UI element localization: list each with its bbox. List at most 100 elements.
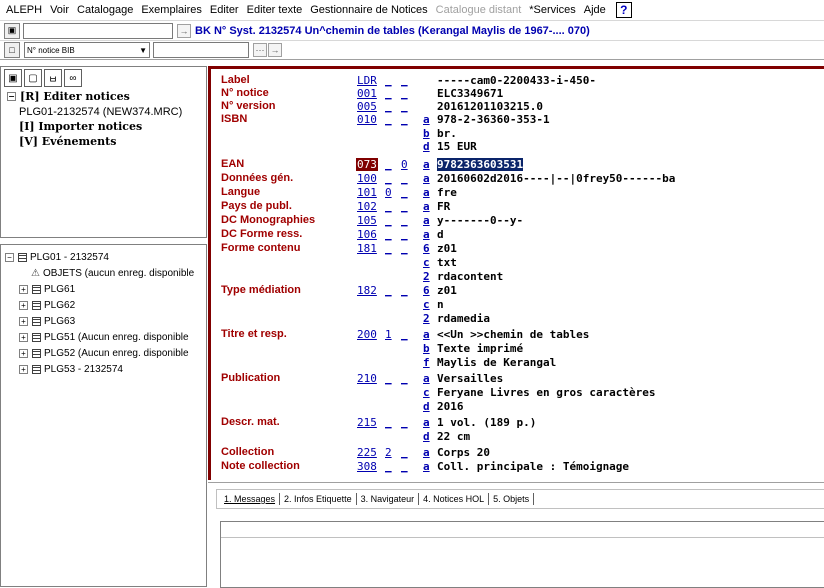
record-row[interactable]: EAN 073 _ 0 a 9782363603531 <box>211 157 824 171</box>
field-tag[interactable]: 181 <box>357 242 377 255</box>
menu-item[interactable]: Catalogage <box>77 4 133 16</box>
record-row[interactable]: b br. <box>211 126 824 140</box>
tree-item[interactable]: [I] Importer notices <box>1 119 206 134</box>
field-tag[interactable]: 073 <box>356 157 378 171</box>
menu-item[interactable]: Catalogue distant <box>436 4 522 16</box>
indicator-2[interactable]: _ <box>401 186 413 199</box>
library-tree-item[interactable]: + PLG52 (Aucun enreg. disponible <box>1 345 206 361</box>
subfield-code[interactable]: 6 <box>423 284 430 297</box>
tab[interactable]: 4. Notices HOL <box>419 494 488 504</box>
menu-item[interactable]: Voir <box>50 4 69 16</box>
subfield-code[interactable]: a <box>423 446 430 459</box>
record-row[interactable]: cn <box>211 297 824 311</box>
record-row[interactable]: Label LDR _ _ -----cam0-2200433-i-450- <box>211 73 824 87</box>
library-tree-item[interactable]: + PLG61 <box>1 281 206 297</box>
indicator-1[interactable]: _ <box>385 113 397 126</box>
indicator-1[interactable]: _ <box>385 284 397 297</box>
link-icon[interactable]: ㅂ <box>44 69 62 87</box>
field-value[interactable]: txt <box>437 256 457 269</box>
field-value[interactable]: ELC3349671 <box>437 87 503 100</box>
record-row[interactable]: 2 rdamedia <box>211 311 824 325</box>
library-tree-item[interactable]: + PLG51 (Aucun enreg. disponible <box>1 329 206 345</box>
field-value[interactable]: 20161201103215.0 <box>437 100 543 113</box>
subfield-code[interactable]: c <box>423 256 430 269</box>
menu-item[interactable]: Exemplaires <box>141 4 202 16</box>
field-value[interactable]: FR <box>437 200 450 213</box>
record-row[interactable]: Descr. mat. 215 _ _ a 1 vol. (189 p.) <box>211 415 824 429</box>
indicator-2[interactable]: _ <box>401 328 413 341</box>
field-value[interactable]: Texte imprimé <box>437 342 523 355</box>
subfield-code[interactable]: a <box>423 372 430 385</box>
menu-item[interactable]: Editer <box>210 4 239 16</box>
indicator-1[interactable]: _ <box>385 87 397 100</box>
field-tag[interactable]: 106 <box>357 228 377 241</box>
field-tag[interactable]: 182 <box>357 284 377 297</box>
record-row[interactable]: c Feryane Livres en gros caractères <box>211 385 824 399</box>
indicator-2[interactable]: _ <box>401 113 413 126</box>
tree-item[interactable]: [V] Evénements <box>1 134 206 149</box>
subfield-code[interactable]: b <box>423 127 430 140</box>
field-value[interactable]: br. <box>437 127 457 140</box>
subfield-code[interactable]: a <box>423 328 430 341</box>
field-value[interactable]: d <box>437 228 444 241</box>
indicator-2[interactable]: _ <box>401 87 413 100</box>
record-row[interactable]: DC Monographies 105 _ _ a y-------0--y- <box>211 213 824 227</box>
search-go-arrow-icon[interactable]: → <box>268 43 282 57</box>
go-arrow-icon[interactable]: → <box>177 23 191 38</box>
search-type-select[interactable]: N° notice BIB ▼ <box>24 42 150 58</box>
indicator-2[interactable]: _ <box>401 416 413 429</box>
binoculars-icon[interactable]: ∞ <box>64 69 82 87</box>
indicator-2[interactable]: _ <box>401 228 413 241</box>
menu-item[interactable]: ALEPH <box>6 4 42 16</box>
record-row[interactable]: Note collection 308 _ _ a Coll. principale : … <box>211 459 824 473</box>
collapse-icon[interactable]: − <box>5 252 14 262</box>
tab[interactable]: 1. Messages <box>220 494 279 504</box>
subfield-code[interactable]: a <box>423 214 430 227</box>
field-value[interactable]: 2016 <box>437 400 464 413</box>
field-value[interactable]: n <box>437 298 444 311</box>
field-value[interactable]: Coll. principale : Témoignage <box>437 460 629 473</box>
field-tag[interactable]: 105 <box>357 214 377 227</box>
window-icon[interactable]: □ <box>4 42 20 58</box>
expand-icon[interactable]: + <box>19 284 28 294</box>
indicator-1[interactable]: _ <box>385 228 397 241</box>
record-row[interactable]: Données gén. 100 _ _ a 20160602d2016----|--|0… <box>211 171 824 185</box>
field-value[interactable]: fre <box>437 186 457 199</box>
field-value[interactable]: Versailles <box>437 372 503 385</box>
menu-item[interactable]: Gestionnaire de Notices <box>310 4 427 16</box>
record-row[interactable]: Publication 210 _ _ a Versailles <box>211 371 824 385</box>
indicator-1[interactable]: _ <box>385 158 397 171</box>
field-value[interactable]: 1 vol. (189 p.) <box>437 416 536 429</box>
help-icon[interactable]: ? <box>615 2 632 18</box>
subfield-code[interactable]: a <box>423 460 430 473</box>
field-value[interactable]: y-------0--y- <box>437 214 523 227</box>
subfield-code[interactable]: d <box>423 140 430 153</box>
subfield-code[interactable]: d <box>423 430 430 443</box>
expand-icon[interactable]: + <box>19 300 28 310</box>
indicator-1[interactable]: _ <box>385 100 397 113</box>
library-tree-item[interactable]: ⚠ OBJETS (aucun enreg. disponible <box>1 265 206 281</box>
record-row[interactable]: Titre et resp. 200 1 _ a <<Un >>chemin de tab… <box>211 327 824 341</box>
field-value[interactable]: 978-2-36360-353-1 <box>437 113 550 126</box>
field-value[interactable]: 9782363603531 <box>437 157 524 171</box>
record-row[interactable]: ISBN 010 _ _ a 978-2-36360-353-1 <box>211 112 824 126</box>
search-input[interactable] <box>153 42 249 58</box>
field-value[interactable]: Maylis de Kerangal <box>437 356 556 369</box>
tab[interactable]: 3. Navigateur <box>357 494 419 504</box>
indicator-2[interactable]: _ <box>401 214 413 227</box>
indicator-2[interactable]: _ <box>401 460 413 473</box>
tree-item[interactable]: − [R] Editer notices <box>1 89 206 104</box>
record-row[interactable]: 2 rdacontent <box>211 269 824 283</box>
field-tag[interactable]: 100 <box>357 172 377 185</box>
field-tag[interactable]: 210 <box>357 372 377 385</box>
field-tag[interactable]: 215 <box>357 416 377 429</box>
field-value[interactable]: 22 cm <box>437 430 470 443</box>
indicator-1[interactable]: _ <box>385 416 397 429</box>
field-value[interactable]: -----cam0-2200433-i-450- <box>437 74 596 87</box>
indicator-2[interactable]: _ <box>401 242 413 255</box>
indicator-1[interactable]: _ <box>385 172 397 185</box>
field-value[interactable]: <<Un >>chemin de tables <box>437 328 589 341</box>
subfield-code[interactable]: a <box>423 172 430 185</box>
subfield-code[interactable]: a <box>423 200 430 213</box>
field-tag[interactable]: LDR <box>357 74 377 87</box>
